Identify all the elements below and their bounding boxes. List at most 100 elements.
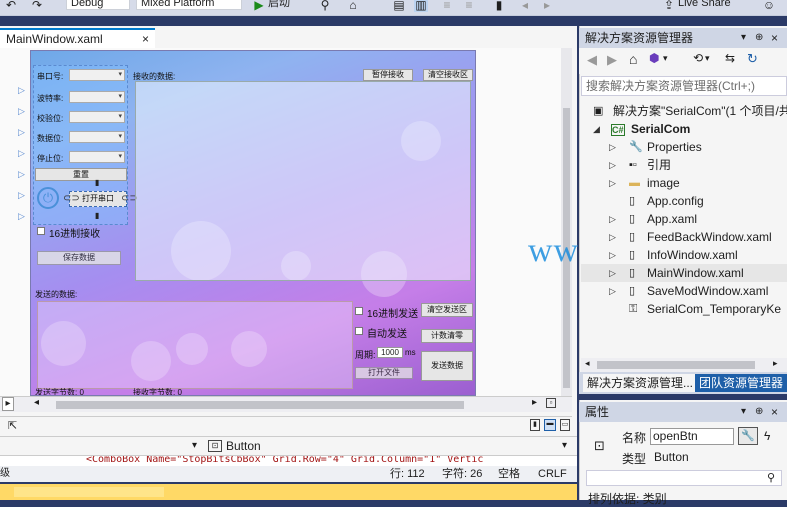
tree-item-app-config[interactable]: ▯ App.config — [581, 192, 787, 210]
chevron-right-icon[interactable]: ▷ — [609, 174, 616, 192]
scroll-right-icon[interactable]: ▸ — [773, 358, 778, 369]
tab-mainwindow-xaml[interactable]: MainWindow.xaml × — [0, 28, 155, 48]
split-horizontal-icon[interactable]: ▬ — [544, 419, 556, 431]
close-icon[interactable]: × — [142, 30, 149, 48]
pin-icon[interactable]: ⊕ — [755, 28, 763, 48]
back-icon[interactable]: ◀ — [587, 52, 597, 68]
chevron-down-icon[interactable]: ▾ — [663, 53, 668, 64]
recv-textbox[interactable] — [135, 81, 471, 281]
clear-recv-button[interactable]: 清空接收区 — [423, 69, 473, 81]
stopbits-combobox[interactable]: ▾ — [69, 151, 125, 163]
tree-item-app-xaml[interactable]: ▷ ▯ App.xaml — [581, 210, 787, 228]
chevron-right-icon[interactable]: ▷ — [609, 246, 616, 264]
close-icon[interactable]: × — [771, 402, 778, 422]
split-vertical-icon[interactable]: ▮ — [530, 419, 540, 431]
chevron-right-icon[interactable]: ▷ — [609, 210, 616, 228]
config-combo[interactable]: Debug — [66, 0, 130, 10]
designer-vertical-scrollbar[interactable] — [561, 48, 572, 396]
tree-item-info-window[interactable]: ▷ ▯ InfoWindow.xaml — [581, 246, 787, 264]
tree-item-savemod-window[interactable]: ▷ ▯ SaveModWindow.xaml — [581, 282, 787, 300]
tab-solution-explorer[interactable]: 解决方案资源管理... — [583, 374, 698, 392]
name-input[interactable]: openBtn — [650, 428, 734, 445]
tab-team-explorer[interactable]: 团队资源管理器 — [695, 374, 787, 392]
tree-item-main-window[interactable]: ▷ ▯ MainWindow.xaml — [581, 264, 787, 282]
tree-item-image-folder[interactable]: ▷ ▬ image — [581, 174, 787, 192]
start-button[interactable]: 启动 — [268, 0, 290, 12]
zoom-level-partial[interactable]: 级 — [0, 466, 10, 482]
forward-icon[interactable]: ▶ — [607, 52, 617, 68]
tree-item-temporary-key[interactable]: ⚿ SerialCom_TemporaryKe — [581, 300, 787, 318]
events-lightning-icon[interactable]: ϟ — [764, 429, 770, 443]
parity-combobox[interactable]: ▾ — [69, 111, 125, 123]
attach-icon[interactable]: ⚲ — [318, 0, 332, 12]
undo-icon[interactable]: ↶ — [4, 0, 18, 12]
tree-item-solution[interactable]: ▣ 解决方案"SerialCom"(1 个项目/共 — [581, 102, 787, 120]
live-share-button[interactable]: Live Share — [678, 0, 731, 12]
member-combo[interactable]: Button — [226, 439, 261, 453]
period-input[interactable]: 1000 — [377, 347, 403, 358]
home-icon[interactable]: ⌂ — [346, 0, 360, 12]
redo-icon[interactable]: ↷ — [30, 0, 44, 12]
designer-horizontal-scrollbar[interactable]: ▸ ◂ ▸ ▫ — [0, 396, 572, 412]
chevron-down-icon[interactable]: ▾ — [562, 440, 567, 451]
zoom-fit-icon[interactable]: ▫ — [546, 398, 556, 408]
chevron-right-icon[interactable]: ▷ — [609, 156, 616, 174]
solution-horizontal-scrollbar[interactable]: ◂ ▸ — [581, 358, 787, 372]
chevron-right-icon[interactable]: ▷ — [609, 228, 616, 246]
code-editor-line[interactable]: <ComboBox Name="StopBitsCbBox" Grid.Row=… — [0, 456, 577, 466]
close-icon[interactable]: × — [771, 28, 778, 48]
feedback-icon[interactable]: ☺ — [762, 0, 776, 12]
auto-send-checkbox[interactable] — [355, 327, 363, 335]
scroll-thumb[interactable] — [56, 401, 464, 409]
sync-icon[interactable]: ⇆ — [725, 51, 735, 65]
refresh-icon[interactable]: ↻ — [747, 51, 758, 67]
scroll-left-icon[interactable]: ◂ — [34, 397, 39, 408]
scroll-left-icon[interactable]: ◂ — [585, 358, 590, 369]
tree-item-feedback-window[interactable]: ▷ ▯ FeedBackWindow.xaml — [581, 228, 787, 246]
live-share-icon[interactable]: ⇪ — [662, 0, 676, 12]
chevron-right-icon[interactable]: ▷ — [609, 282, 616, 300]
bookmark-icon[interactable]: ▮ — [492, 0, 506, 12]
layout-icon[interactable]: ▥ — [414, 0, 428, 12]
chevron-right-icon[interactable]: ▷ — [609, 264, 616, 282]
tree-item-project[interactable]: ◢ C# SerialCom — [581, 120, 787, 138]
swap-panes-icon[interactable]: ⇱ — [8, 419, 17, 432]
chevron-down-icon[interactable]: ▾ — [741, 402, 746, 422]
bottom-tab[interactable] — [14, 487, 164, 497]
chevron-right-icon[interactable]: ▷ — [609, 138, 616, 156]
chevron-down-icon[interactable]: ▾ — [705, 53, 710, 64]
save-data-button[interactable]: 保存数据 — [37, 251, 121, 265]
baud-combobox[interactable]: ▾ — [69, 91, 125, 103]
hex-send-checkbox[interactable] — [355, 307, 363, 315]
save-icon[interactable]: ▤ — [392, 0, 406, 12]
send-button[interactable]: 发送数据 — [421, 351, 473, 381]
solution-search-input[interactable]: 搜索解决方案资源管理器(Ctrl+;) — [581, 76, 787, 96]
next-bookmark-icon[interactable]: ▸ — [540, 0, 554, 12]
history-icon[interactable]: ⟲ — [693, 51, 703, 65]
start-icon[interactable]: ▶ — [252, 0, 266, 12]
align-left-icon[interactable]: ≡ — [440, 0, 454, 12]
clear-send-button[interactable]: 清空发送区 — [421, 303, 473, 317]
chevron-down-icon[interactable]: ▾ — [741, 28, 746, 48]
databits-combobox[interactable]: ▾ — [69, 131, 125, 143]
tree-item-references[interactable]: ▷ ▪▫ 引用 — [581, 156, 787, 174]
platform-combo[interactable]: Mixed Platform — [136, 0, 242, 10]
scroll-right-icon[interactable]: ▸ — [532, 397, 537, 408]
chevron-down-icon[interactable]: ▾ — [192, 440, 197, 451]
align-right-icon[interactable]: ≡ — [462, 0, 476, 12]
sort-by-label[interactable]: 排列依据: 类别 — [588, 490, 667, 507]
hex-recv-checkbox[interactable] — [37, 227, 45, 235]
prev-bookmark-icon[interactable]: ◂ — [518, 0, 532, 12]
collapse-pane-icon[interactable]: ▭ — [560, 419, 570, 431]
home-icon[interactable]: ⌂ — [629, 51, 637, 67]
pause-recv-button[interactable]: 暂停接收 — [363, 69, 413, 81]
send-textbox[interactable] — [37, 301, 353, 389]
properties-wrench-icon[interactable]: 🔧 — [738, 427, 758, 445]
count-clear-button[interactable]: 计数清零 — [421, 329, 473, 343]
pin-icon[interactable]: ⊕ — [755, 402, 763, 422]
open-file-button[interactable]: 打开文件 — [355, 367, 413, 379]
reset-button[interactable]: 重置 — [35, 168, 127, 181]
port-combobox[interactable]: ▾ — [69, 69, 125, 81]
properties-search-input[interactable]: ⚲ — [586, 470, 782, 486]
scroll-thumb[interactable] — [597, 361, 755, 369]
